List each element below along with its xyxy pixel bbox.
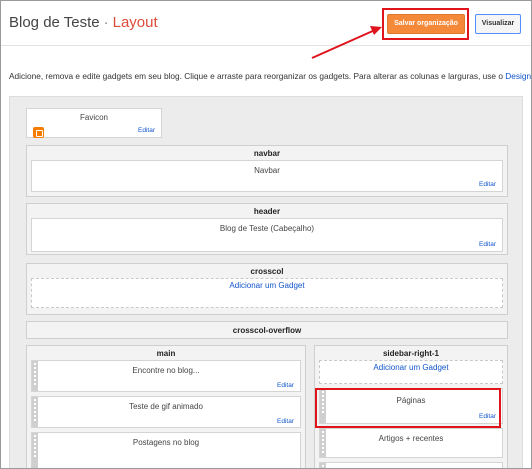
section-header: header Blog de Teste (Cabeçalho) Editar [26, 203, 508, 255]
add-gadget-crosscol[interactable]: Adicionar um Gadget [31, 278, 503, 308]
section-title: navbar [253, 149, 281, 158]
top-bar: Blog de Teste · Layout Salvar organização … [1, 1, 531, 46]
section-title: crosscol [250, 267, 284, 276]
blog-name: Blog de Teste [9, 14, 100, 31]
gadget-title: Blog de Teste (Cabeçalho) [219, 224, 315, 233]
section-title: header [253, 207, 281, 216]
blogger-icon [33, 127, 44, 138]
navbar-gadget[interactable]: Navbar Editar [31, 160, 503, 192]
drag-handle[interactable] [320, 463, 326, 468]
design-link[interactable]: Design [505, 71, 531, 81]
section-name: Layout [112, 14, 158, 31]
gadget-title: Postagens no blog [132, 438, 200, 447]
gadget-title: Navbar [254, 166, 280, 175]
gadget-blog-posts[interactable]: Postagens no blog [31, 432, 301, 468]
section-title: main [156, 349, 176, 358]
edit-link[interactable]: Editar [277, 418, 294, 425]
gadget-recent-posts[interactable]: Artigos + recentes [319, 428, 503, 458]
section-main: main Encontre no blog... Editar Teste de… [26, 345, 306, 468]
gadget-title: Favicon [79, 113, 108, 122]
intro-text: Adicione, remova e edite gadgets em seu … [9, 71, 531, 81]
favicon-gadget[interactable]: Favicon Editar [26, 108, 162, 138]
section-crosscol: crosscol Adicionar um Gadget [26, 263, 508, 315]
title-separator: · [103, 14, 109, 31]
gadget-title: Artigos + recentes [378, 434, 444, 443]
gadget-title: Teste de gif animado [129, 402, 203, 411]
section-crosscol-overflow: crosscol-overflow [26, 321, 508, 339]
save-button-highlight [382, 8, 469, 40]
pages-gadget-highlight [315, 388, 501, 428]
add-gadget-sidebar[interactable]: Adicionar um Gadget [319, 360, 503, 384]
section-navbar: navbar Navbar Editar [26, 145, 508, 197]
gadget-gif-test[interactable]: Teste de gif animado Editar [31, 396, 301, 428]
gadget-search[interactable]: Encontre no blog... Editar [31, 360, 301, 392]
gadget-sidebar-next[interactable] [319, 462, 503, 468]
section-title: crosscol-overflow [232, 326, 302, 335]
edit-link[interactable]: Editar [277, 382, 294, 389]
intro-sentence: Adicione, remova e edite gadgets em seu … [9, 71, 506, 81]
gadget-title: Encontre no blog... [132, 366, 200, 375]
edit-link[interactable]: Editar [479, 241, 496, 248]
edit-link[interactable]: Editar [479, 181, 496, 188]
edit-link[interactable]: Editar [138, 127, 155, 134]
header-gadget[interactable]: Blog de Teste (Cabeçalho) Editar [31, 218, 503, 252]
preview-button[interactable]: Visualizar [475, 14, 521, 34]
blogger-layout-window: Blog de Teste · Layout Salvar organização … [0, 0, 532, 469]
page-title: Blog de Teste · Layout [9, 14, 158, 31]
section-title: sidebar-right-1 [382, 349, 439, 358]
